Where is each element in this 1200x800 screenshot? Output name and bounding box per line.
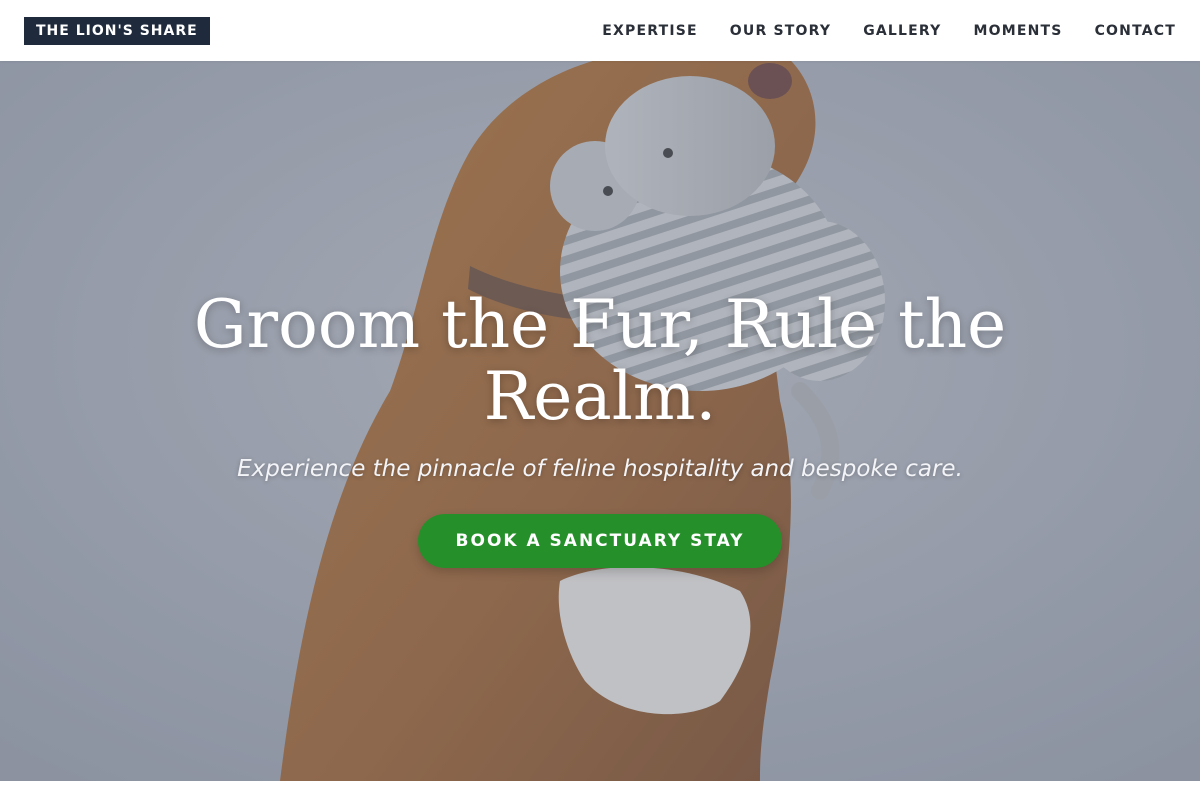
- site-header: THE LION'S SHARE EXPERTISE OUR STORY GAL…: [0, 0, 1200, 61]
- nav-link-expertise[interactable]: EXPERTISE: [602, 23, 698, 39]
- book-sanctuary-stay-button[interactable]: BOOK A SANCTUARY STAY: [418, 514, 782, 568]
- page-bottom-strip: [0, 781, 1200, 800]
- main-nav: EXPERTISE OUR STORY GALLERY MOMENTS CONT…: [570, 23, 1176, 39]
- hero-content: Groom the Fur, Rule the Realm. Experienc…: [0, 61, 1200, 781]
- nav-link-our-story[interactable]: OUR STORY: [730, 23, 831, 39]
- hero-title: Groom the Fur, Rule the Realm.: [193, 286, 1007, 435]
- nav-link-gallery[interactable]: GALLERY: [863, 23, 941, 39]
- hero-subtitle: Experience the pinnacle of feline hospit…: [237, 456, 963, 482]
- nav-link-moments[interactable]: MOMENTS: [974, 23, 1063, 39]
- nav-link-contact[interactable]: CONTACT: [1095, 23, 1176, 39]
- hero-section: Groom the Fur, Rule the Realm. Experienc…: [0, 61, 1200, 781]
- site-logo[interactable]: THE LION'S SHARE: [24, 16, 210, 45]
